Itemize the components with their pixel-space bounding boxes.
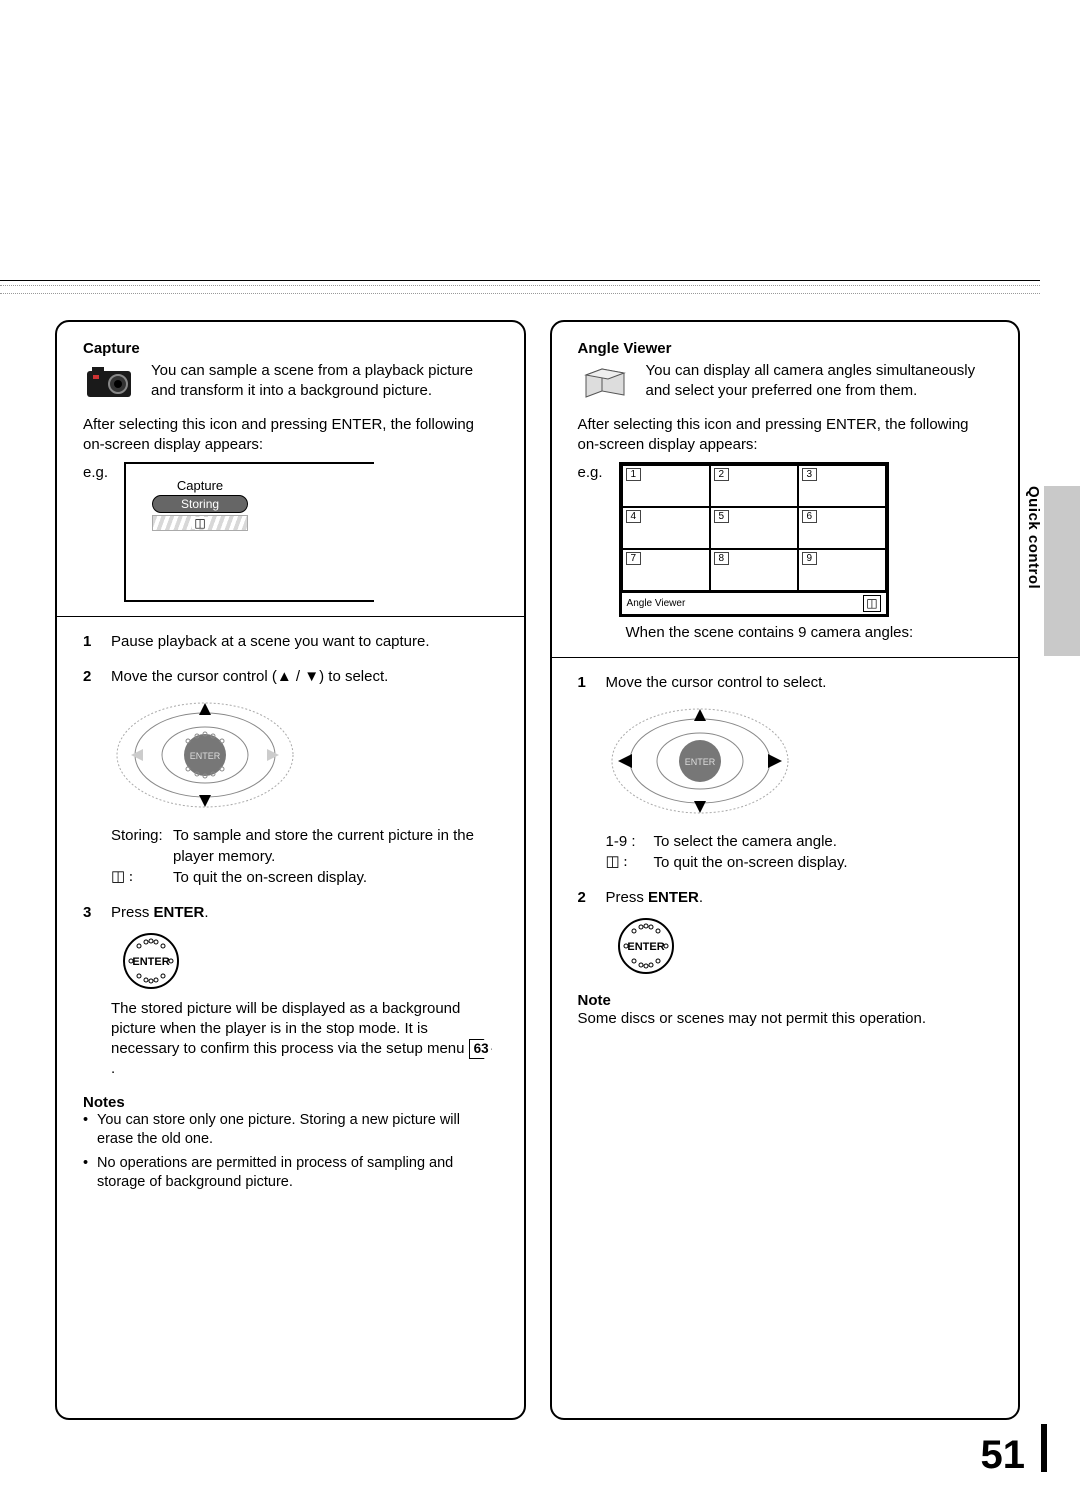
capture-osd-frame: Capture Storing ◫: [124, 462, 374, 602]
svg-text:ENTER: ENTER: [132, 956, 169, 968]
capture-dialog-status: Storing: [152, 495, 248, 513]
capture-dialog-return: ◫: [152, 515, 248, 531]
capture-after-text: After selecting this icon and pressing E…: [83, 415, 498, 456]
capture-panel: Capture You can sample a scene from a pl…: [55, 320, 526, 1420]
angle-cell: 6: [798, 507, 886, 549]
capture-step-1: Pause playback at a scene you want to ca…: [83, 631, 498, 652]
angle-viewer-icon: [578, 361, 634, 405]
capture-eg: e.g. Capture Storing ◫: [83, 462, 498, 602]
angle-note: Some discs or scenes may not permit this…: [578, 1009, 993, 1029]
notes-heading: Notes: [83, 1094, 498, 1111]
angle-grid-footer: Angle Viewer ◫: [622, 591, 886, 614]
svg-text:ENTER: ENTER: [684, 757, 715, 767]
angle-intro-text: You can display all camera angles simult…: [646, 361, 993, 405]
angle-cell: 3: [798, 465, 886, 507]
angle-cell: 7: [622, 549, 710, 591]
side-tab-label: Quick control: [1025, 486, 1042, 589]
enter-button-icon: ENTER: [616, 916, 676, 976]
svg-text:ENTER: ENTER: [627, 941, 664, 953]
divider: [552, 657, 1019, 658]
camera-icon: [83, 361, 139, 405]
capture-notes-list: You can store only one picture. Storing …: [83, 1111, 498, 1193]
angle-grid-frame: 1 2 3 4 5 6 7 8 9 Angle Viewer ◫: [619, 462, 889, 617]
capture-intro-row: You can sample a scene from a playback p…: [83, 361, 498, 405]
page-number: 51: [981, 1433, 1026, 1478]
angle-definitions: 1-9 :To select the camera angle. ◫ :To q…: [606, 831, 993, 873]
angle-eg: e.g. 1 2 3 4 5 6 7 8 9 Angle Viewer ◫: [578, 462, 993, 617]
side-tab: [1044, 486, 1080, 656]
angle-cell: 1: [622, 465, 710, 507]
angle-cell: 5: [710, 507, 798, 549]
angle-title: Angle Viewer: [578, 340, 993, 357]
note-item: You can store only one picture. Storing …: [83, 1111, 498, 1150]
capture-definitions: Storing:To sample and store the current …: [111, 825, 498, 888]
header-rules: [0, 280, 1040, 294]
capture-step-3-note: The stored picture will be displayed as …: [111, 999, 498, 1080]
note-heading: Note: [578, 992, 993, 1009]
note-item: No operations are permitted in process o…: [83, 1154, 498, 1193]
return-icon: ◫: [863, 595, 880, 612]
capture-dialog-title: Capture: [152, 478, 248, 493]
angle-cell: 9: [798, 549, 886, 591]
capture-step-3: Press ENTER. ENTER The stored picture wi…: [83, 902, 498, 1080]
angle-steps: Move the cursor control to select. ENTER: [578, 672, 993, 976]
angle-intro-row: You can display all camera angles simult…: [578, 361, 993, 405]
angle-cell: 4: [622, 507, 710, 549]
capture-intro-text: You can sample a scene from a playback p…: [151, 361, 498, 405]
page-reference-63: 63: [469, 1039, 492, 1059]
angle-grid: 1 2 3 4 5 6 7 8 9: [622, 465, 886, 591]
capture-steps: Pause playback at a scene you want to ca…: [83, 631, 498, 1080]
eg-label: e.g.: [83, 462, 108, 481]
angle-cell: 2: [710, 465, 798, 507]
angle-step-2: Press ENTER. ENTER: [578, 887, 993, 976]
angle-after-text: After selecting this icon and pressing E…: [578, 415, 993, 456]
capture-dialog: Capture Storing ◫: [152, 478, 248, 531]
enter-button-icon: ENTER: [121, 931, 181, 991]
svg-text:ENTER: ENTER: [190, 751, 221, 761]
angle-viewer-panel: Angle Viewer You can display all camera …: [550, 320, 1021, 1420]
content-columns: Capture You can sample a scene from a pl…: [55, 320, 1020, 1420]
divider: [57, 616, 524, 617]
cursor-pad-icon: ENTER: [600, 701, 800, 821]
angle-caption: When the scene contains 9 camera angles:: [626, 623, 993, 643]
angle-cell: 8: [710, 549, 798, 591]
capture-title: Capture: [83, 340, 498, 357]
angle-step-1: Move the cursor control to select. ENTER: [578, 672, 993, 873]
cursor-pad-icon: ENTER: [105, 695, 305, 815]
capture-step-2: Move the cursor control (▲ / ▼) to selec…: [83, 666, 498, 888]
eg-label: e.g.: [578, 462, 603, 481]
